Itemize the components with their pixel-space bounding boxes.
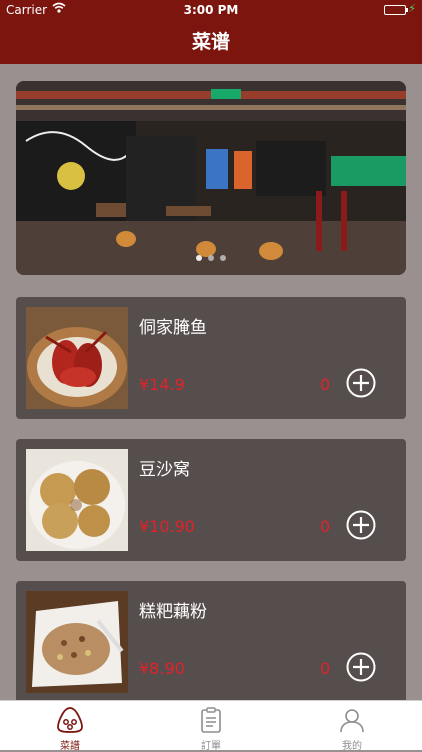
dish-quantity: 0	[320, 659, 331, 678]
dish-quantity: 0	[320, 375, 331, 394]
tab-profile[interactable]: 我的	[282, 701, 422, 752]
menu-item-card[interactable]: 豆沙窝 ¥10.90 0	[16, 439, 406, 561]
status-bar: Carrier 3:00 PM ⚡	[0, 0, 422, 20]
nav-bar: 菜谱	[0, 20, 422, 64]
dish-price: ¥8.90	[139, 659, 185, 678]
tab-orders[interactable]: 訂單	[141, 701, 281, 752]
dish-quantity: 0	[320, 517, 331, 536]
menu-item-card[interactable]: 侗家腌鱼 ¥14.9 0	[16, 297, 406, 419]
rice-ball-icon	[56, 706, 84, 734]
battery-icon	[384, 5, 408, 15]
dish-name: 侗家腌鱼	[139, 318, 207, 338]
page-title: 菜谱	[191, 31, 230, 53]
carousel-dot[interactable]	[220, 255, 226, 261]
carousel-dot[interactable]	[208, 255, 214, 261]
clock: 3:00 PM	[183, 3, 239, 17]
carousel-dots	[16, 246, 406, 265]
dish-photo	[26, 307, 128, 409]
carousel-dot[interactable]	[196, 255, 202, 261]
tab-bar: 菜譜 訂單 我的	[0, 700, 422, 752]
add-icon[interactable]	[346, 510, 376, 540]
dish-photo	[26, 591, 128, 693]
clipboard-icon	[197, 706, 225, 734]
user-icon	[338, 706, 366, 734]
dish-photo	[26, 449, 128, 551]
dish-price: ¥14.9	[139, 375, 185, 394]
menu-item-card[interactable]: 糕粑藕粉 ¥8.90 0	[16, 581, 406, 703]
dish-name: 糕粑藕粉	[139, 602, 207, 622]
add-icon[interactable]	[346, 368, 376, 398]
dish-price: ¥10.90	[139, 517, 195, 536]
banner-carousel[interactable]	[16, 81, 406, 275]
dish-name: 豆沙窝	[139, 460, 190, 480]
charging-icon: ⚡	[408, 2, 416, 15]
tab-menu[interactable]: 菜譜	[0, 701, 140, 752]
add-icon[interactable]	[346, 652, 376, 682]
